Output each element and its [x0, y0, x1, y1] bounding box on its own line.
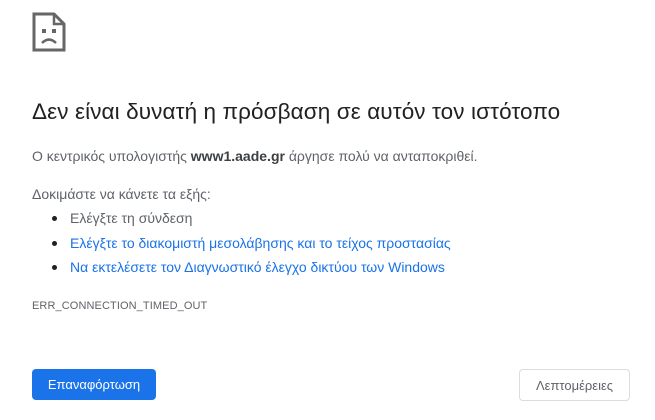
- suggestion-check-proxy-firewall-link[interactable]: Ελέγξτε το διακομιστή μεσολάβησης και το…: [32, 233, 451, 258]
- error-message: Ο κεντρικός υπολογιστής www1.aade.gr άργ…: [32, 148, 478, 164]
- error-code: ERR_CONNECTION_TIMED_OUT: [32, 300, 208, 312]
- suggestions-list: Ελέγξτε τη σύνδεση Ελέγξτε το διακομιστή…: [32, 208, 451, 282]
- error-message-prefix: Ο κεντρικός υπολογιστής: [32, 148, 191, 164]
- error-message-suffix: άργησε πολύ να ανταποκριθεί.: [284, 148, 478, 164]
- suggestion-run-network-diagnostics-link[interactable]: Να εκτελέσετε τον Διαγνωστικό έλεγχο δικ…: [32, 257, 451, 282]
- host-name: www1.aade.gr: [190, 148, 285, 164]
- reload-button[interactable]: Επαναφόρτωση: [32, 369, 156, 400]
- suggestion-check-connection: Ελέγξτε τη σύνδεση: [32, 208, 451, 233]
- sad-page-icon: [32, 12, 66, 52]
- error-page: Δεν είναι δυνατή η πρόσβαση σε αυτόν τον…: [0, 0, 655, 420]
- details-button[interactable]: Λεπτομέρειες: [519, 369, 630, 401]
- page-title: Δεν είναι δυνατή η πρόσβαση σε αυτόν τον…: [32, 99, 561, 124]
- suggestions-heading: Δοκιμάστε να κάνετε τα εξής:: [32, 186, 211, 202]
